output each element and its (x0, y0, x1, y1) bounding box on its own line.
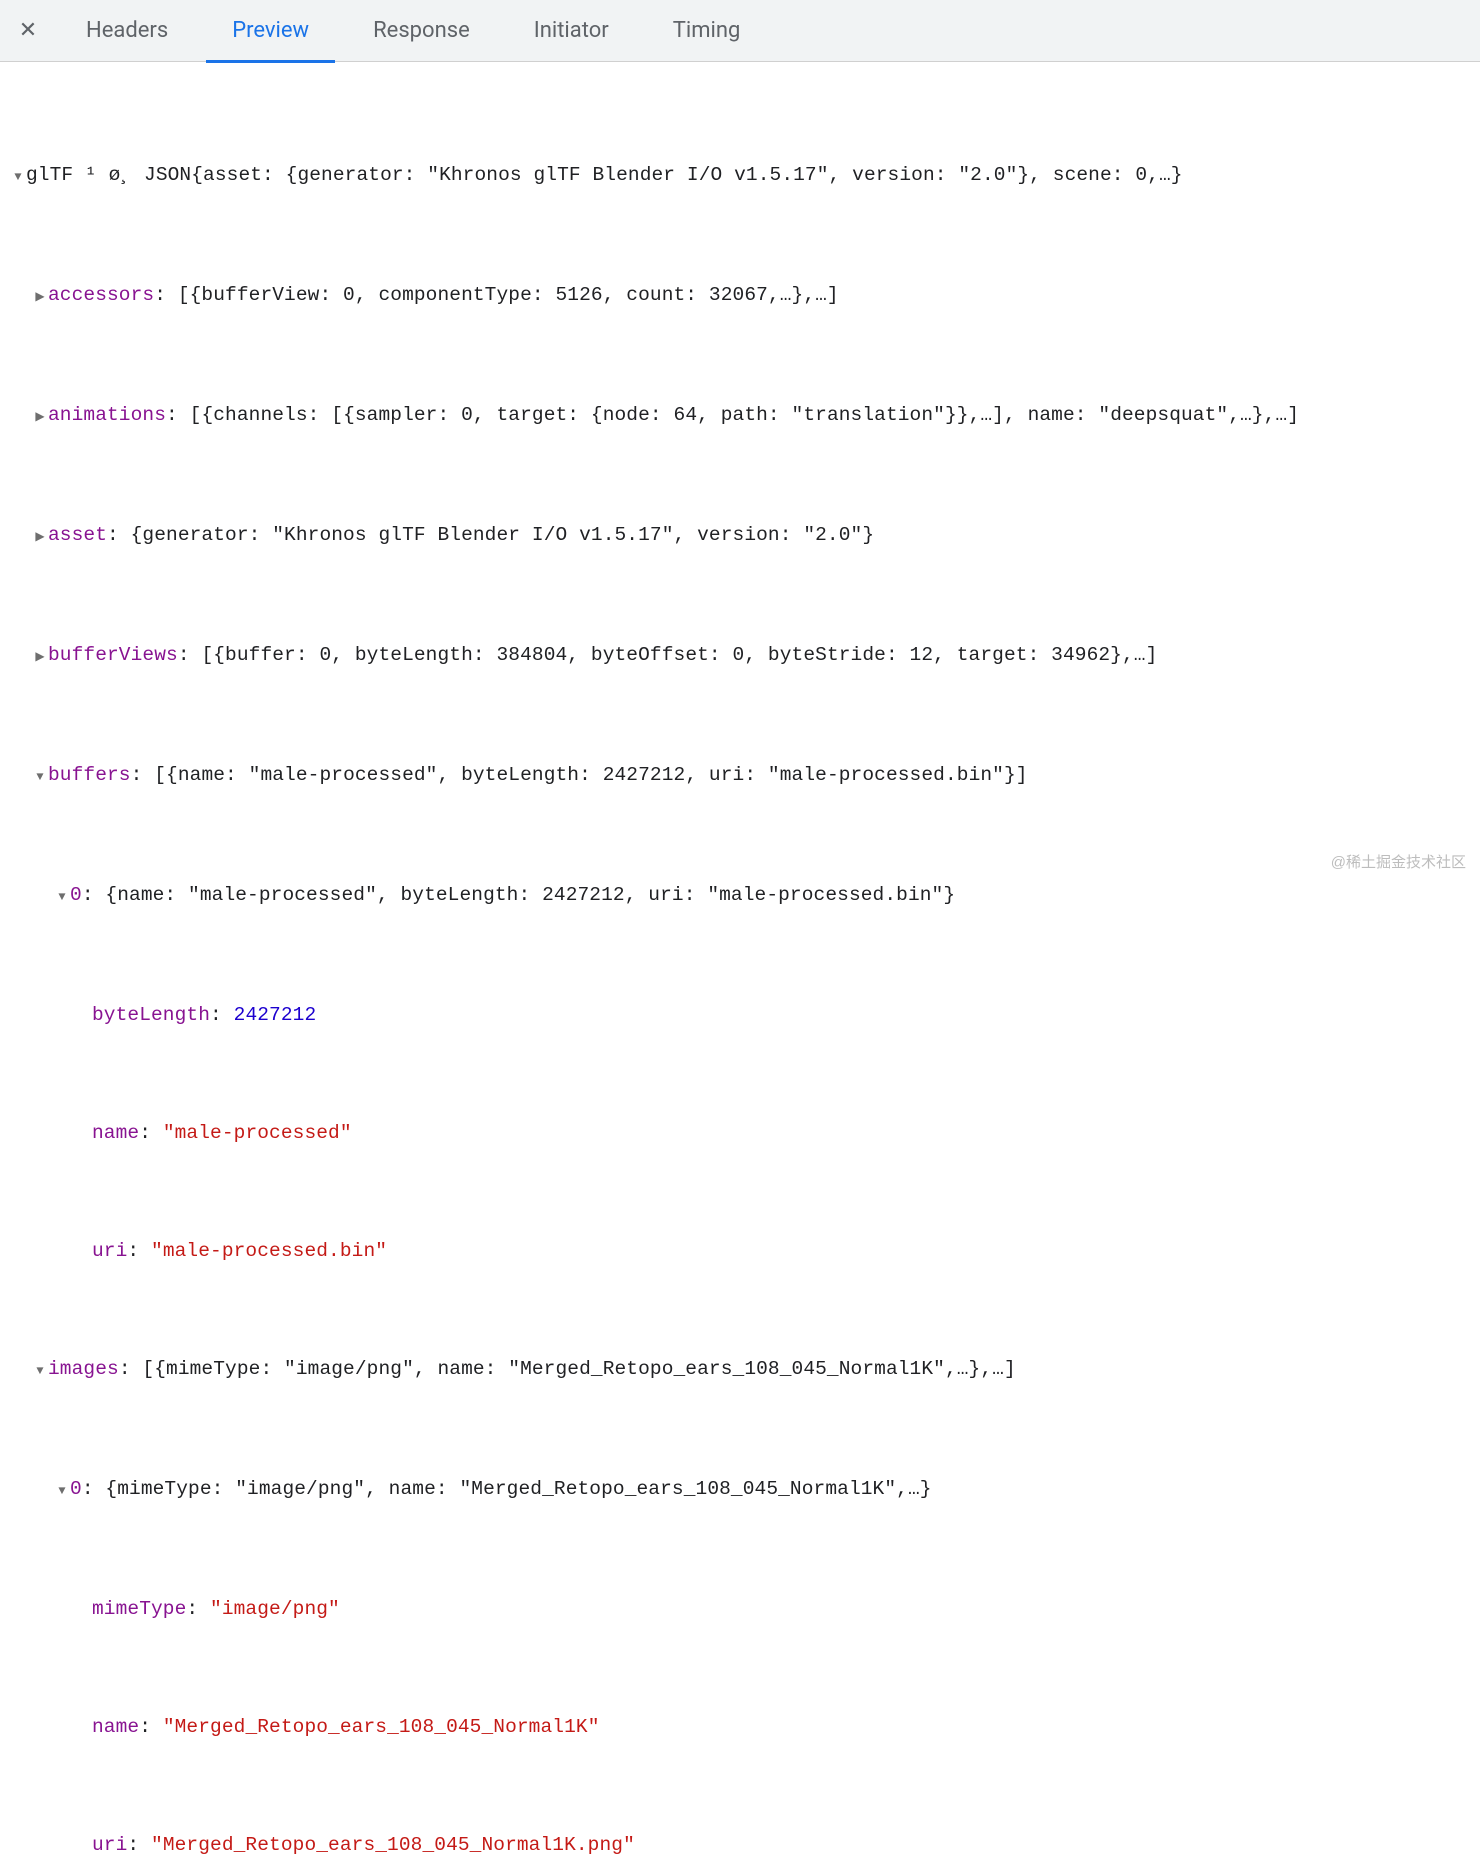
json-value-string[interactable]: "male-processed" (163, 1122, 352, 1144)
json-value-summary[interactable]: [{mimeType: "image/png", name: "Merged_R… (142, 1358, 1015, 1380)
json-value-summary[interactable]: [{name: "male-processed", byteLength: 24… (154, 764, 1027, 786)
tab-response[interactable]: Response (341, 0, 502, 62)
json-value-summary[interactable]: {generator: "Khronos glTF Blender I/O v1… (131, 524, 875, 546)
json-key[interactable]: images (48, 1358, 119, 1380)
json-key[interactable]: name (92, 1716, 139, 1738)
expand-toggle-icon[interactable] (32, 643, 48, 673)
json-key[interactable]: 0 (70, 884, 82, 906)
expand-toggle-icon[interactable] (32, 1357, 48, 1387)
json-key[interactable]: name (92, 1122, 139, 1144)
json-value-summary[interactable]: {name: "male-processed", byteLength: 242… (105, 884, 955, 906)
expand-toggle-icon[interactable] (32, 523, 48, 553)
json-key[interactable]: mimeType (92, 1598, 186, 1620)
json-key[interactable]: byteLength (92, 1004, 210, 1026)
json-value-summary[interactable]: [{buffer: 0, byteLength: 384804, byteOff… (201, 644, 1157, 666)
tab-timing[interactable]: Timing (641, 0, 773, 62)
json-key[interactable]: animations (48, 404, 166, 426)
expand-toggle-icon[interactable] (32, 763, 48, 793)
json-value-string[interactable]: "Merged_Retopo_ears_108_045_Normal1K" (163, 1716, 600, 1738)
json-value-summary[interactable]: [{bufferView: 0, componentType: 5126, co… (178, 284, 839, 306)
json-key[interactable]: accessors (48, 284, 154, 306)
tab-initiator[interactable]: Initiator (502, 0, 641, 62)
json-key[interactable]: asset (48, 524, 107, 546)
watermark-text: @稀土掘金技术社区 (1331, 851, 1466, 872)
expand-toggle-icon[interactable] (32, 283, 48, 313)
json-value-string[interactable]: "image/png" (210, 1598, 340, 1620)
json-value-summary[interactable]: [{channels: [{sampler: 0, target: {node:… (190, 404, 1299, 426)
json-key[interactable]: uri (92, 1240, 127, 1262)
json-key[interactable]: bufferViews (48, 644, 178, 666)
tab-headers[interactable]: Headers (54, 0, 200, 62)
expand-toggle-icon[interactable] (54, 883, 70, 913)
json-value-summary[interactable]: {mimeType: "image/png", name: "Merged_Re… (105, 1478, 931, 1500)
json-key[interactable]: buffers (48, 764, 131, 786)
json-value-string[interactable]: "Merged_Retopo_ears_108_045_Normal1K.png… (151, 1834, 635, 1856)
json-key[interactable]: 0 (70, 1478, 82, 1500)
tree-root-label[interactable]: glTF ¹ ø¸ JSON (26, 164, 191, 186)
tab-preview[interactable]: Preview (200, 0, 341, 62)
devtools-tab-bar: ✕ Headers Preview Response Initiator Tim… (0, 0, 1480, 62)
json-preview-tree: glTF ¹ ø¸ JSON{asset: {generator: "Khron… (0, 62, 1480, 1864)
expand-toggle-icon[interactable] (10, 163, 26, 193)
expand-toggle-icon[interactable] (32, 403, 48, 433)
json-value-string[interactable]: "male-processed.bin" (151, 1240, 387, 1262)
json-key[interactable]: uri (92, 1834, 127, 1856)
json-value-number[interactable]: 2427212 (234, 1004, 317, 1026)
expand-toggle-icon[interactable] (54, 1477, 70, 1507)
tree-root-summary[interactable]: {asset: {generator: "Khronos glTF Blende… (191, 164, 1182, 186)
close-icon[interactable]: ✕ (2, 18, 54, 43)
